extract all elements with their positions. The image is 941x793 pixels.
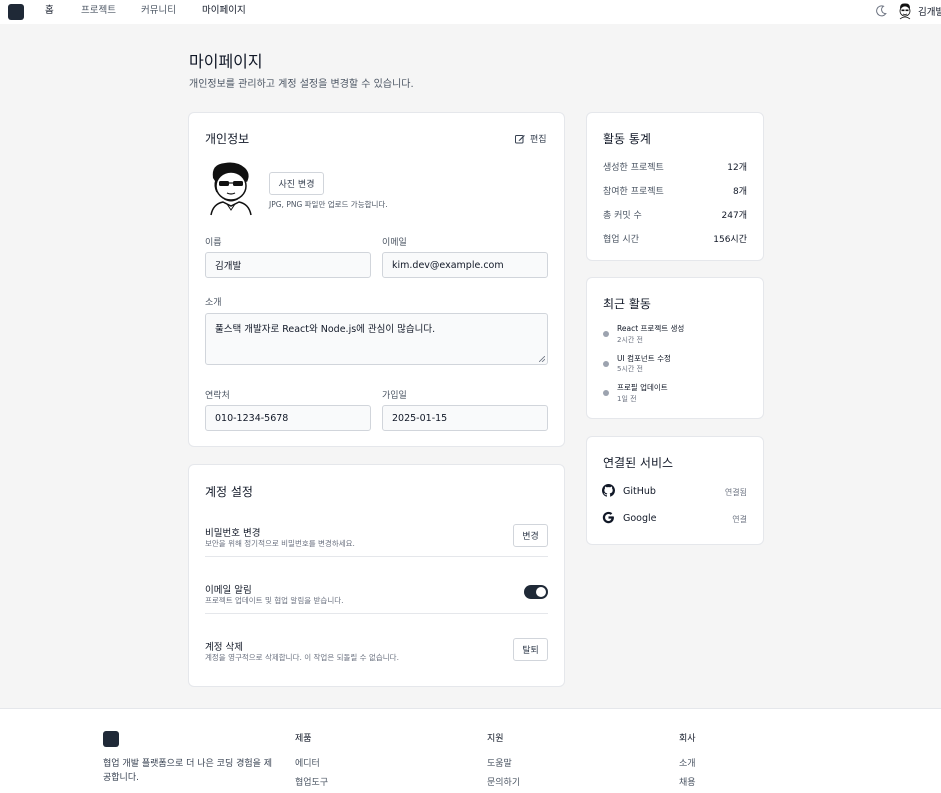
bio-text: 풀스택 개발자로 React와 Node.js에 관심이 많습니다.	[215, 324, 436, 335]
resize-handle-icon[interactable]	[539, 356, 545, 362]
edit-profile-button[interactable]: 편집	[515, 132, 547, 145]
logo[interactable]	[8, 4, 24, 20]
bio-textarea[interactable]: 풀스택 개발자로 React와 Node.js에 관심이 많습니다.	[205, 313, 548, 365]
service-name: GitHub	[623, 486, 656, 497]
change-photo-button[interactable]: 사진 변경	[269, 172, 324, 195]
phone-field[interactable]: 010-1234-5678	[205, 405, 371, 431]
github-icon	[602, 484, 615, 497]
activity-dot	[603, 361, 609, 367]
delete-account-title: 계정 삭제	[205, 642, 243, 653]
name-label: 이름	[205, 238, 222, 248]
service-name: Google	[623, 513, 657, 524]
activity-dot	[603, 331, 609, 337]
service-status[interactable]: 연결됨	[725, 487, 747, 498]
delete-account-button[interactable]: 탈퇴	[513, 638, 548, 661]
activity-time: 2시간 전	[617, 336, 643, 344]
edit-icon	[515, 134, 525, 143]
stat-label: 총 커밋 수	[603, 211, 642, 221]
nav-home[interactable]: 홈	[45, 4, 54, 17]
joined-label: 가입일	[382, 391, 407, 401]
nav-projects[interactable]: 프로젝트	[81, 4, 116, 17]
stat-value: 8개	[732, 187, 747, 197]
profile-card-title: 개인정보	[205, 132, 250, 146]
stat-label: 참여한 프로젝트	[603, 187, 664, 197]
delete-account-desc: 계정을 영구적으로 삭제합니다. 이 작업은 되돌릴 수 없습니다.	[205, 653, 399, 662]
activity-dot	[603, 390, 609, 396]
edit-label: 편집	[530, 135, 547, 145]
stat-value: 247개	[721, 211, 747, 221]
change-password-button[interactable]: 변경	[513, 524, 548, 547]
footer-link[interactable]: 에디터	[295, 756, 320, 769]
page-title: 마이페이지	[189, 52, 263, 71]
service-status[interactable]: 연결	[732, 514, 747, 525]
bio-label: 소개	[205, 298, 222, 308]
name-field[interactable]: 김개발	[205, 252, 371, 278]
footer-description: 협업 개발 플랫폼으로 더 나은 코딩 경험을 제공합니다.	[103, 759, 273, 783]
email-notify-toggle[interactable]	[524, 585, 548, 599]
account-settings-title: 계정 설정	[205, 485, 253, 499]
photo-hint: JPG, PNG 파일만 업로드 가능합니다.	[269, 200, 388, 209]
stat-label: 협업 시간	[603, 235, 639, 245]
nav-community[interactable]: 커뮤니티	[141, 4, 176, 17]
profile-avatar	[210, 162, 252, 216]
phone-label: 연락처	[205, 391, 230, 401]
footer-link[interactable]: 문의하기	[487, 775, 520, 788]
footer-logo	[103, 731, 119, 747]
email-label: 이메일	[382, 238, 407, 248]
footer: 협업 개발 플랫폼으로 더 나은 코딩 경험을 제공합니다. 제품 에디터 협업…	[0, 708, 941, 793]
password-row-desc: 보안을 위해 정기적으로 비밀번호를 변경하세요.	[205, 539, 355, 548]
divider	[205, 613, 548, 614]
stat-value: 156시간	[713, 235, 747, 245]
footer-col-heading: 회사	[679, 734, 696, 744]
user-avatar-icon[interactable]	[896, 2, 914, 20]
email-notify-title: 이메일 알림	[205, 585, 252, 596]
page-subtitle: 개인정보를 관리하고 계정 설정을 변경할 수 있습니다.	[189, 79, 414, 90]
footer-col-heading: 지원	[487, 734, 504, 744]
footer-link[interactable]: 소개	[679, 756, 696, 769]
email-field[interactable]: kim.dev@example.com	[382, 252, 548, 278]
google-icon	[602, 511, 614, 524]
nav-mypage[interactable]: 마이페이지	[202, 4, 246, 17]
footer-link[interactable]: 도움말	[487, 756, 512, 769]
footer-link[interactable]: 협업도구	[295, 775, 328, 788]
joined-field: 2025-01-15	[382, 405, 548, 431]
footer-col-heading: 제품	[295, 734, 312, 744]
activity-time: 5시간 전	[617, 365, 643, 373]
activity-title: React 프로젝트 생성	[617, 324, 685, 333]
stat-label: 생성한 프로젝트	[603, 163, 664, 173]
activity-time: 1일 전	[617, 395, 637, 403]
footer-link[interactable]: 채용	[679, 775, 696, 788]
nav-user-name[interactable]: 김개발	[918, 4, 941, 18]
connected-services-title: 연결된 서비스	[603, 456, 674, 470]
top-navbar: 홈 프로젝트 커뮤니티 마이페이지 김개발	[0, 0, 941, 24]
stats-title: 활동 통계	[603, 132, 651, 146]
toggle-knob	[536, 587, 546, 597]
stat-value: 12개	[727, 163, 747, 173]
password-row-title: 비밀번호 변경	[205, 528, 261, 539]
moon-icon[interactable]	[875, 5, 887, 17]
divider	[205, 556, 548, 557]
activity-title: UI 컴포넌트 수정	[617, 354, 671, 363]
email-notify-desc: 프로젝트 업데이트 및 협업 알림을 받습니다.	[205, 596, 344, 605]
activity-title: 프로필 업데이트	[617, 383, 668, 392]
recent-activity-title: 최근 활동	[603, 297, 651, 311]
